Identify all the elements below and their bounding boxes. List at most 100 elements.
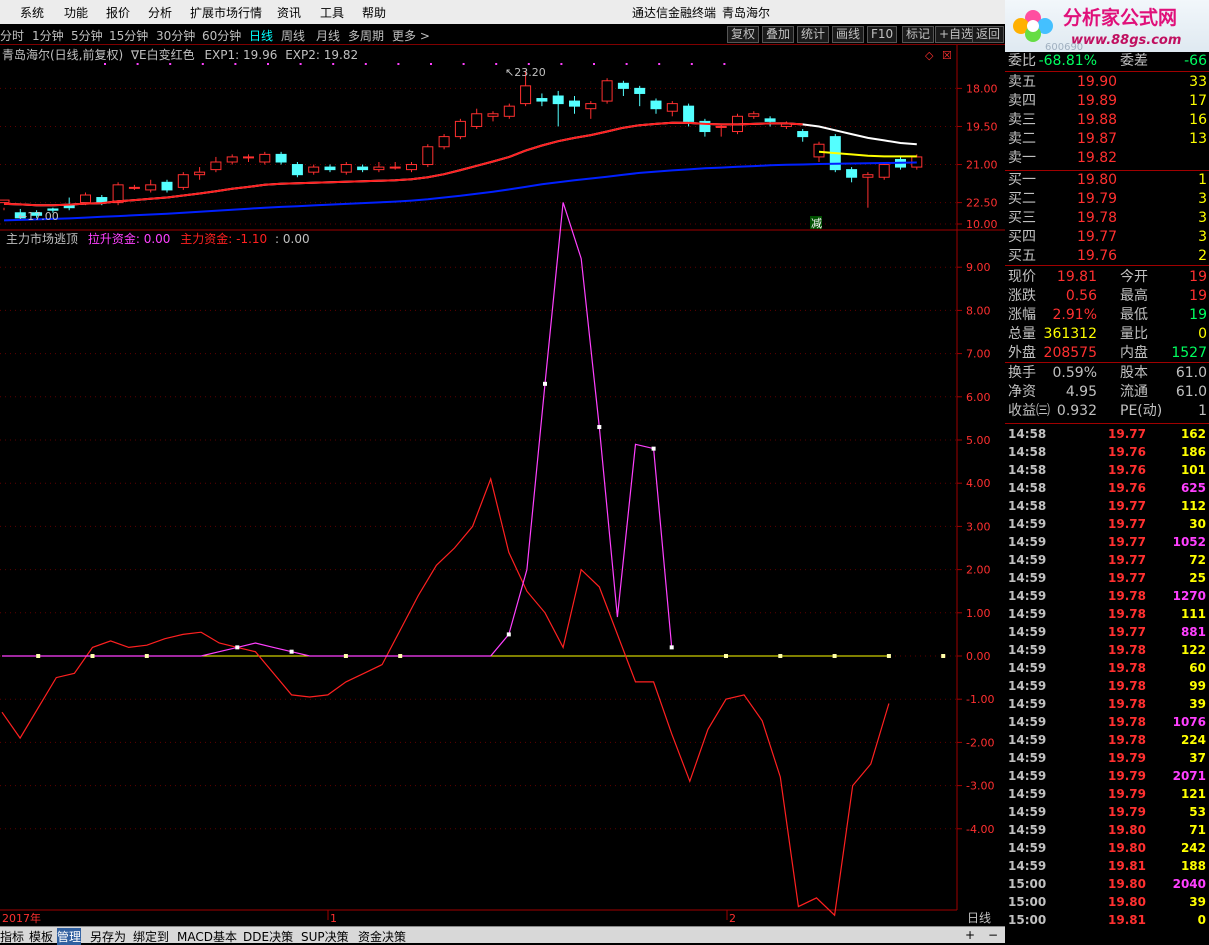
tab-template[interactable]: 模板 [29, 928, 53, 945]
period-30min[interactable]: 30分钟 [156, 27, 195, 44]
chart-area[interactable]: 22.5021.0019.5018.00 10.009.008.007.006.… [0, 45, 1005, 926]
candle-body [471, 113, 483, 127]
menu-tools[interactable]: 工具 [320, 4, 344, 21]
tool-stats-button[interactable]: 统计 [797, 26, 830, 43]
indicator-dot [597, 425, 602, 430]
signal-dot [332, 63, 335, 65]
menu-info[interactable]: 资讯 [277, 4, 301, 21]
stat-row-label1: 现价 [1008, 269, 1036, 285]
candle-body [846, 169, 858, 178]
bid-row-price: 19.80 [1077, 172, 1118, 188]
tool-mark-button[interactable]: 标记 [902, 26, 935, 43]
period-weekly[interactable]: 周线 [281, 27, 305, 44]
tick-row: 14:58 19.76 625 [1005, 479, 1209, 497]
stat-row-value2: 1527 [1171, 345, 1207, 361]
tool-watchlist-button[interactable]: +自选 [935, 26, 978, 43]
tool-overlay-button[interactable]: 叠加 [762, 26, 795, 43]
menu-analysis[interactable]: 分析 [148, 4, 172, 21]
tool-f10-button[interactable]: F10 [867, 26, 898, 43]
stat-row-value1: 0.56 [1065, 288, 1097, 304]
menu-extended-market[interactable]: 扩展市场行情 [190, 4, 262, 21]
period-timeshare[interactable]: 分时 [0, 27, 24, 44]
divider [1005, 362, 1209, 363]
diamond-icon[interactable]: ◇ [925, 49, 934, 62]
bid-row-label: 买一 [1008, 172, 1036, 188]
indicator-tick-label: 6.00 [966, 391, 991, 404]
indicator-dot [506, 632, 511, 637]
bid-row[interactable]: 买一 19.80 1 [1005, 171, 1209, 189]
menu-quote[interactable]: 报价 [106, 4, 130, 21]
menu-function[interactable]: 功能 [64, 4, 88, 21]
period-15min[interactable]: 15分钟 [109, 27, 148, 44]
candle-body [520, 85, 532, 105]
zoom-in-button[interactable]: + [965, 928, 975, 942]
tick-price: 19.81 [1108, 913, 1146, 927]
tick-row: 14:59 19.77 1052 [1005, 533, 1209, 551]
quote-panel: 委比 -68.81% 委差 -66 卖五 19.90 33 卖四 19.89 17 卖三 19… [1005, 52, 1209, 942]
tick-time: 14:59 [1008, 715, 1047, 729]
tick-volume: 53 [1189, 805, 1206, 819]
tick-time: 14:59 [1008, 841, 1047, 855]
x-label-2017: 2017年 [2, 911, 41, 925]
tab-indicator[interactable]: 指标 [0, 928, 24, 945]
bid-row[interactable]: 买二 19.79 3 [1005, 190, 1209, 208]
bid-row[interactable]: 买五 19.76 2 [1005, 247, 1209, 265]
candle-body [601, 80, 613, 102]
candle-body [194, 171, 206, 176]
tick-row: 14:59 19.78 1076 [1005, 713, 1209, 731]
tick-price: 19.80 [1108, 895, 1146, 909]
bottom-tab-bar: 指标 模板 管理 另存为 绑定到 MACD基本 DDE决策 SUP决策 资金决策… [0, 926, 1005, 945]
bid-row[interactable]: 买四 19.77 3 [1005, 228, 1209, 246]
candle-body [878, 164, 890, 178]
tick-row: 14:58 19.77 162 [1005, 425, 1209, 443]
tick-time: 14:59 [1008, 553, 1047, 567]
tick-time: 14:58 [1008, 481, 1047, 495]
ask-row[interactable]: 卖一 19.82 [1005, 149, 1209, 167]
ask-row[interactable]: 卖二 19.87 13 [1005, 130, 1209, 148]
stat-row-value2: 19 [1189, 288, 1207, 304]
price-tick-label: 18.00 [966, 82, 998, 95]
candle-body [373, 166, 385, 171]
tick-time: 14:59 [1008, 589, 1047, 603]
menu-help[interactable]: 帮助 [362, 4, 386, 21]
tab-fund[interactable]: 资金决策 [358, 928, 406, 945]
period-5min[interactable]: 5分钟 [71, 27, 103, 44]
tab-bind-to[interactable]: 绑定到 [133, 928, 169, 945]
indicator-dot [398, 654, 403, 658]
tick-volume: 39 [1189, 697, 1206, 711]
tab-macd[interactable]: MACD基本 [177, 928, 237, 945]
indicator-dot [778, 654, 783, 658]
tab-dde[interactable]: DDE决策 [243, 928, 293, 945]
candle-body [357, 166, 369, 171]
tab-save-as[interactable]: 另存为 [90, 928, 126, 945]
period-1min[interactable]: 1分钟 [32, 27, 64, 44]
ask-row-volume: 33 [1189, 74, 1207, 90]
tick-time: 14:59 [1008, 823, 1047, 837]
close-icon[interactable]: ☒ [942, 49, 952, 62]
tick-volume: 122 [1180, 643, 1206, 657]
tick-price: 19.76 [1108, 481, 1146, 495]
tool-adjust-button[interactable]: 复权 [727, 26, 760, 43]
order-diff-value: -66 [1184, 53, 1207, 69]
zoom-out-button[interactable]: − [988, 928, 998, 942]
tab-sup[interactable]: SUP决策 [301, 928, 349, 945]
period-more[interactable]: 更多 > [392, 27, 430, 44]
period-daily[interactable]: 日线 [249, 27, 273, 44]
tab-manage[interactable]: 管理 [57, 928, 82, 945]
tick-row: 14:59 19.78 224 [1005, 731, 1209, 749]
signal-dot [267, 63, 269, 65]
ask-row[interactable]: 卖五 19.90 33 [1005, 73, 1209, 91]
ask-row[interactable]: 卖四 19.89 17 [1005, 92, 1209, 110]
tool-back-button[interactable]: 返回 [972, 26, 1005, 43]
x-axis-period[interactable]: 日线 [967, 911, 991, 925]
period-60min[interactable]: 60分钟 [202, 27, 241, 44]
ask-row[interactable]: 卖三 19.88 16 [1005, 111, 1209, 129]
menu-system[interactable]: 系统 [20, 4, 44, 21]
divider [1005, 71, 1209, 72]
period-multi[interactable]: 多周期 [348, 27, 384, 44]
period-monthly[interactable]: 月线 [316, 27, 340, 44]
tick-row: 14:59 19.78 122 [1005, 641, 1209, 659]
tool-draw-button[interactable]: 画线 [832, 26, 865, 43]
bid-row[interactable]: 买三 19.78 3 [1005, 209, 1209, 227]
ask-row-label: 卖二 [1008, 131, 1036, 147]
